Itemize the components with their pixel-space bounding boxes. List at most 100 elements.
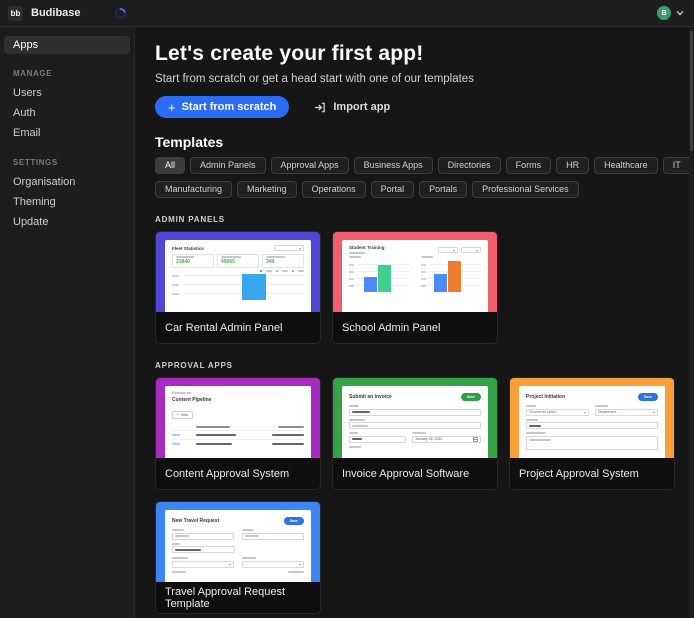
stat-card: 49965: [217, 254, 259, 268]
calendar-icon: [473, 437, 478, 442]
filter-chips-row1: All Admin Panels Approval Apps Business …: [155, 157, 694, 174]
app-name: Budibase: [31, 7, 81, 19]
text-line: [349, 252, 365, 254]
section-label-approval-apps: APPROVAL APPS: [155, 361, 694, 370]
filter-chip-hr[interactable]: HR: [556, 157, 589, 174]
car-rental-panel: Fleet Statistics 23840 49965: [165, 240, 311, 312]
import-app-label: Import app: [333, 101, 390, 113]
user-menu[interactable]: B: [657, 6, 694, 20]
text-field: [349, 409, 481, 416]
field-label: [349, 405, 359, 407]
filter-chip-it[interactable]: IT: [663, 157, 691, 174]
template-name: Invoice Approval Software: [333, 458, 497, 490]
text-field: [242, 533, 304, 540]
filter-chip-marketing[interactable]: Marketing: [237, 181, 297, 198]
plus-icon: +: [177, 413, 179, 417]
sidebar-item-theming[interactable]: Theming: [0, 192, 134, 212]
stat-value: 49965: [221, 259, 255, 265]
sidebar-item-auth[interactable]: Auth: [0, 103, 134, 123]
invoice-panel: Submit an Invoice Save: [342, 386, 488, 458]
templates-heading: Templates: [155, 134, 694, 150]
field-label: [349, 446, 361, 448]
save-button: Save: [638, 393, 658, 401]
filter-chip-business-apps[interactable]: Business Apps: [354, 157, 433, 174]
text-line: [529, 439, 551, 441]
vertical-scrollbar[interactable]: [689, 28, 694, 618]
axis-tick: [349, 271, 354, 273]
save-button: Save: [284, 517, 304, 525]
field-label: [172, 557, 188, 559]
section-label-admin-panels: ADMIN PANELS: [155, 215, 694, 224]
filter-chips-row2: Manufacturing Marketing Operations Porta…: [155, 181, 694, 198]
top-bar: bb Budibase B: [0, 0, 694, 27]
stat-card: 23840: [172, 254, 214, 268]
template-card-travel-approval[interactable]: New Travel Request Save: [155, 501, 321, 614]
axis-tick: [349, 264, 354, 266]
legend-dot: [276, 270, 278, 272]
axis-tick: [172, 275, 179, 277]
preview-title: Content Pipeline: [172, 397, 304, 403]
field-label: [172, 571, 186, 573]
filter-chip-manufacturing[interactable]: Manufacturing: [155, 181, 232, 198]
axis-tick: [421, 285, 426, 287]
template-card-invoice-approval[interactable]: Submit an Invoice Save: [332, 377, 498, 490]
school-preview: Student Training: [333, 232, 497, 312]
filter-chip-approval-apps[interactable]: Approval Apps: [271, 157, 349, 174]
template-name: Car Rental Admin Panel: [156, 312, 320, 344]
import-icon: [313, 101, 326, 114]
chart-legend: [172, 270, 304, 272]
preview-select: [274, 245, 304, 251]
page-subtitle: Start from scratch or get a head start w…: [155, 73, 694, 85]
text-field: [172, 533, 234, 540]
template-card-car-rental[interactable]: Fleet Statistics 23840 49965: [155, 231, 321, 344]
filter-chip-portals[interactable]: Portals: [419, 181, 467, 198]
axis-tick: [349, 285, 354, 287]
filter-chip-all[interactable]: All: [155, 157, 185, 174]
action-buttons: + Start from scratch Import app: [155, 96, 694, 118]
import-app-button[interactable]: Import app: [313, 101, 390, 114]
sidebar-item-apps[interactable]: Apps: [4, 36, 130, 54]
legend-dot: [260, 270, 262, 272]
text-line: [175, 535, 189, 537]
school-panel: Student Training: [342, 240, 488, 312]
sidebar: Apps MANAGE Users Auth Email SETTINGS Or…: [0, 27, 135, 618]
text-line: [266, 256, 285, 258]
content-preview: Example Inc Content Pipeline + New View: [156, 378, 320, 458]
sidebar-item-update[interactable]: Update: [0, 212, 134, 232]
filter-chip-healthcare[interactable]: Healthcare: [594, 157, 658, 174]
text-line: [175, 549, 201, 551]
sidebar-item-email[interactable]: Email: [0, 123, 134, 143]
page-title: Let's create your first app!: [155, 42, 694, 66]
filter-chip-admin-panels[interactable]: Admin Panels: [190, 157, 266, 174]
field-label: [595, 405, 608, 407]
template-card-project-approval[interactable]: Project Initiation Save Choose an option: [509, 377, 675, 490]
chart-bar-blue: [364, 277, 377, 292]
filter-chip-professional-services[interactable]: Professional Services: [472, 181, 579, 198]
date-value: January 26, 2022: [415, 437, 442, 441]
axis-tick: [421, 278, 426, 280]
table-row: View: [172, 430, 304, 439]
sidebar-section-manage: MANAGE: [0, 69, 134, 78]
filter-chip-directories[interactable]: Directories: [438, 157, 501, 174]
field-label: [349, 419, 365, 421]
filter-chip-forms[interactable]: Forms: [506, 157, 552, 174]
text-line: [352, 438, 362, 440]
stat-value: 23840: [176, 259, 210, 265]
text-line: [529, 425, 541, 427]
filter-chip-portal[interactable]: Portal: [371, 181, 415, 198]
template-card-school[interactable]: Student Training: [332, 231, 498, 344]
chevron-down-icon[interactable]: [675, 8, 685, 18]
sidebar-item-organisation[interactable]: Organisation: [0, 172, 134, 192]
chart-bar-orange: [448, 261, 461, 292]
invoice-preview: Submit an Invoice Save: [333, 378, 497, 458]
main-content: Let's create your first app! Start from …: [136, 28, 694, 618]
select-field: [242, 561, 304, 568]
budibase-logo: bb: [8, 6, 23, 21]
sidebar-item-users[interactable]: Users: [0, 83, 134, 103]
start-from-scratch-label: Start from scratch: [182, 101, 277, 113]
template-card-content-approval[interactable]: Example Inc Content Pipeline + New View: [155, 377, 321, 490]
avatar[interactable]: B: [657, 6, 671, 20]
start-from-scratch-button[interactable]: + Start from scratch: [155, 96, 289, 118]
filter-chip-operations[interactable]: Operations: [302, 181, 366, 198]
scrollbar-thumb[interactable]: [690, 31, 693, 151]
